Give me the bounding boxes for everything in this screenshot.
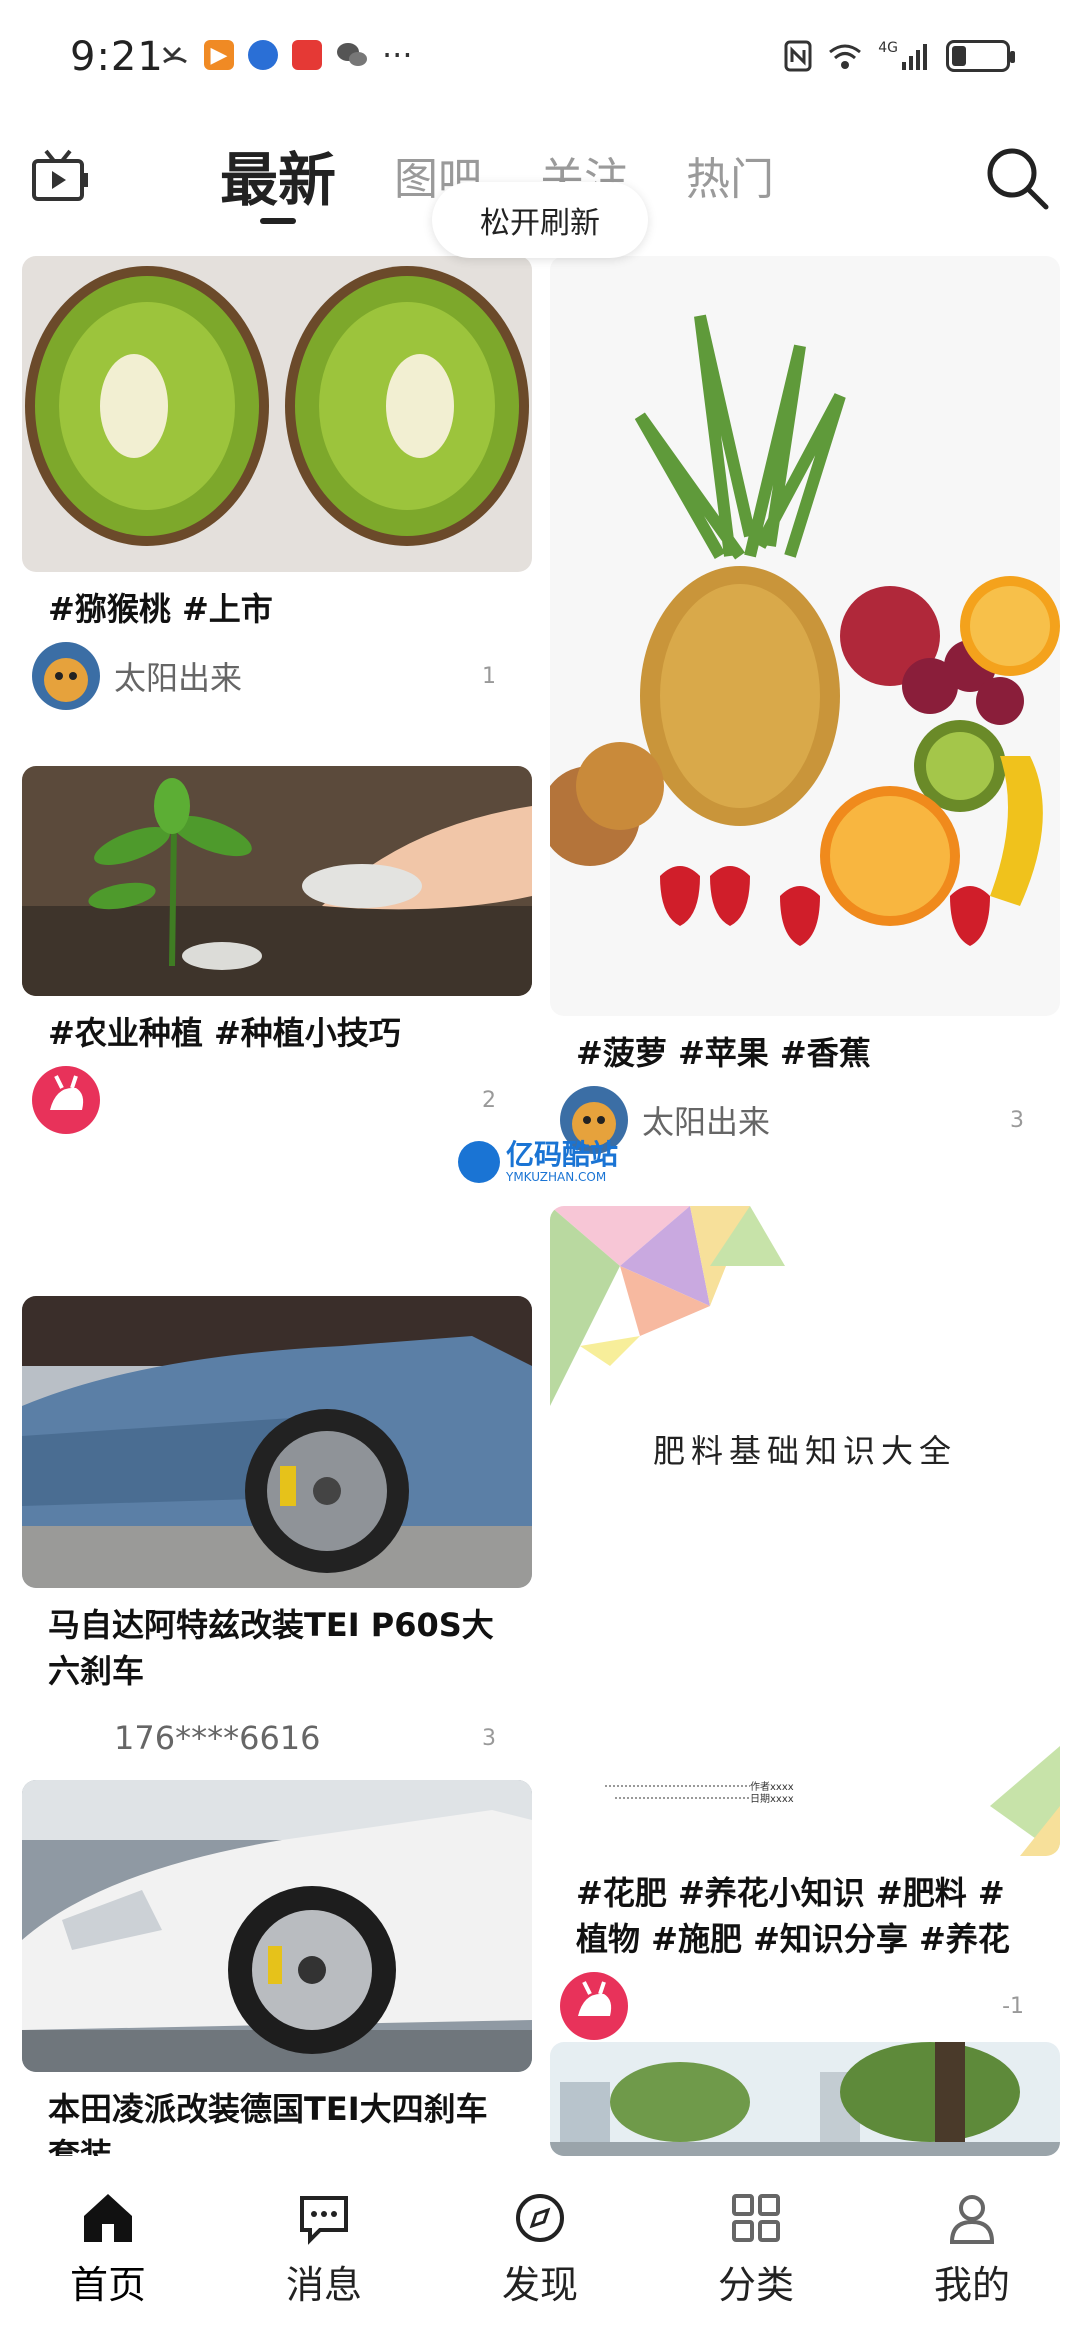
like-count: 1	[482, 663, 496, 689]
nav-home[interactable]: 首页	[18, 2190, 198, 2309]
card-image-fruit-pile	[550, 256, 1060, 1016]
more-notifications-icon: ···	[382, 36, 413, 74]
missed-call-icon	[162, 46, 187, 64]
card-meta: 太阳出来 1	[22, 638, 532, 714]
author-name[interactable]: 太阳出来	[114, 653, 482, 699]
feed-card[interactable]: #花肥 #养花小知识 #肥料 #植物 #施肥 #知识分享 #养花 #肥 -1	[550, 1856, 1060, 2044]
system-icons: 4G	[784, 40, 1015, 72]
card-title: #花肥 #养花小知识 #肥料 #植物 #施肥 #知识分享 #养花 #肥	[576, 1874, 1010, 1958]
card-meta: -1	[550, 1968, 1060, 2044]
feed-card[interactable]: #菠萝 #苹果 #香蕉 太阳出来 3	[550, 256, 1060, 1158]
like-count: 2	[482, 1087, 496, 1113]
watermark-icon	[458, 1141, 500, 1183]
feed-card[interactable]: #猕猴桃 #上市 太阳出来 1	[22, 256, 532, 714]
like-count: 3	[1010, 1107, 1024, 1133]
nav-messages[interactable]: 消息	[234, 2190, 414, 2309]
nav-discover[interactable]: 发现	[450, 2190, 630, 2309]
feed-card[interactable]: #农业种植 #种植小技巧 2	[22, 766, 532, 1138]
nav-categories[interactable]: 分类	[666, 2190, 846, 2309]
card-meta: 太阳出来 3	[550, 1082, 1060, 1158]
wechat-icon	[337, 43, 367, 66]
browser-app-icon	[248, 40, 278, 70]
card-image-document-cover: 肥料基础知识大全 作者xxxx 日期xxxx	[550, 1206, 1060, 1856]
status-bar: 9:21 ▶ ··· 4G	[0, 0, 1080, 120]
tab-popular[interactable]: 热门	[686, 130, 774, 230]
pull-to-refresh-hint: 松开刷新	[432, 182, 648, 258]
feed-card[interactable]: 马自达阿特兹改装TEI P60S大六刹车 176****6616 3	[22, 1296, 532, 1776]
card-image-white-car	[22, 1780, 532, 2072]
tab-latest[interactable]: 最新	[220, 130, 336, 230]
search-icon[interactable]	[984, 145, 1050, 211]
wifi-icon	[829, 44, 862, 69]
watermark-domain: YMKUZHAN.COM	[506, 1170, 607, 1184]
live-tv-icon[interactable]	[30, 145, 90, 205]
feed-card[interactable]: 本田凌派改装德国TEI大四刹车套装	[22, 1780, 532, 2156]
author-name[interactable]: 176****6616	[114, 1719, 482, 1757]
card-title: 本田凌派改装德国TEI大四刹车套装	[48, 2090, 488, 2156]
avatar-placeholder	[32, 1704, 100, 1772]
card-title: #菠萝 #苹果 #香蕉	[576, 1034, 871, 1072]
avatar[interactable]	[560, 1972, 628, 2040]
like-count: -1	[1002, 1993, 1024, 2019]
card-image-street	[550, 2042, 1060, 2156]
card-meta: 2	[22, 1062, 532, 1138]
status-time: 9:21	[70, 34, 164, 80]
red-app-icon	[292, 40, 322, 70]
nfc-icon	[784, 40, 812, 72]
document-date-line: 日期xxxx	[750, 1794, 794, 1805]
feed-card[interactable]: 肥料基础知识大全 作者xxxx 日期xxxx	[550, 1206, 1060, 1856]
feed-waterfall: #猕猴桃 #上市 太阳出来 1 #农业种植 #种植小技巧 2 马自达阿特兹改装T…	[0, 256, 1080, 2156]
notification-icons: ▶ ···	[160, 36, 413, 74]
message-icon	[300, 2196, 348, 2245]
card-image-seedling	[22, 766, 532, 996]
nav-profile[interactable]: 我的	[882, 2190, 1062, 2309]
bottom-navigation: 首页 消息 发现 分类 我的	[0, 2160, 1080, 2340]
card-meta: 176****6616 3	[22, 1700, 532, 1776]
feed-card[interactable]	[550, 2042, 1060, 2156]
watermark-logo: 亿码酷站 YMKUZHAN.COM	[458, 1140, 618, 1184]
avatar[interactable]	[32, 1066, 100, 1134]
author-name[interactable]: 太阳出来	[642, 1097, 1010, 1143]
grid-icon	[732, 2194, 780, 2242]
video-app-icon: ▶	[204, 40, 234, 70]
user-icon	[949, 2195, 995, 2244]
like-count: 3	[482, 1725, 496, 1751]
compass-icon	[516, 2194, 564, 2242]
card-title: #猕猴桃 #上市	[48, 590, 273, 628]
avatar[interactable]	[32, 642, 100, 710]
watermark-name: 亿码酷站	[506, 1138, 619, 1171]
card-title: 马自达阿特兹改装TEI P60S大六刹车	[48, 1606, 494, 1690]
battery-icon	[946, 40, 1015, 72]
card-title: #农业种植 #种植小技巧	[48, 1014, 401, 1052]
signal-strength-icon: 4G	[878, 40, 930, 72]
home-icon	[84, 2194, 132, 2242]
card-image-blue-car	[22, 1296, 532, 1588]
card-image-kiwi	[22, 256, 532, 572]
document-title: 肥料基础知识大全	[652, 1432, 957, 1470]
